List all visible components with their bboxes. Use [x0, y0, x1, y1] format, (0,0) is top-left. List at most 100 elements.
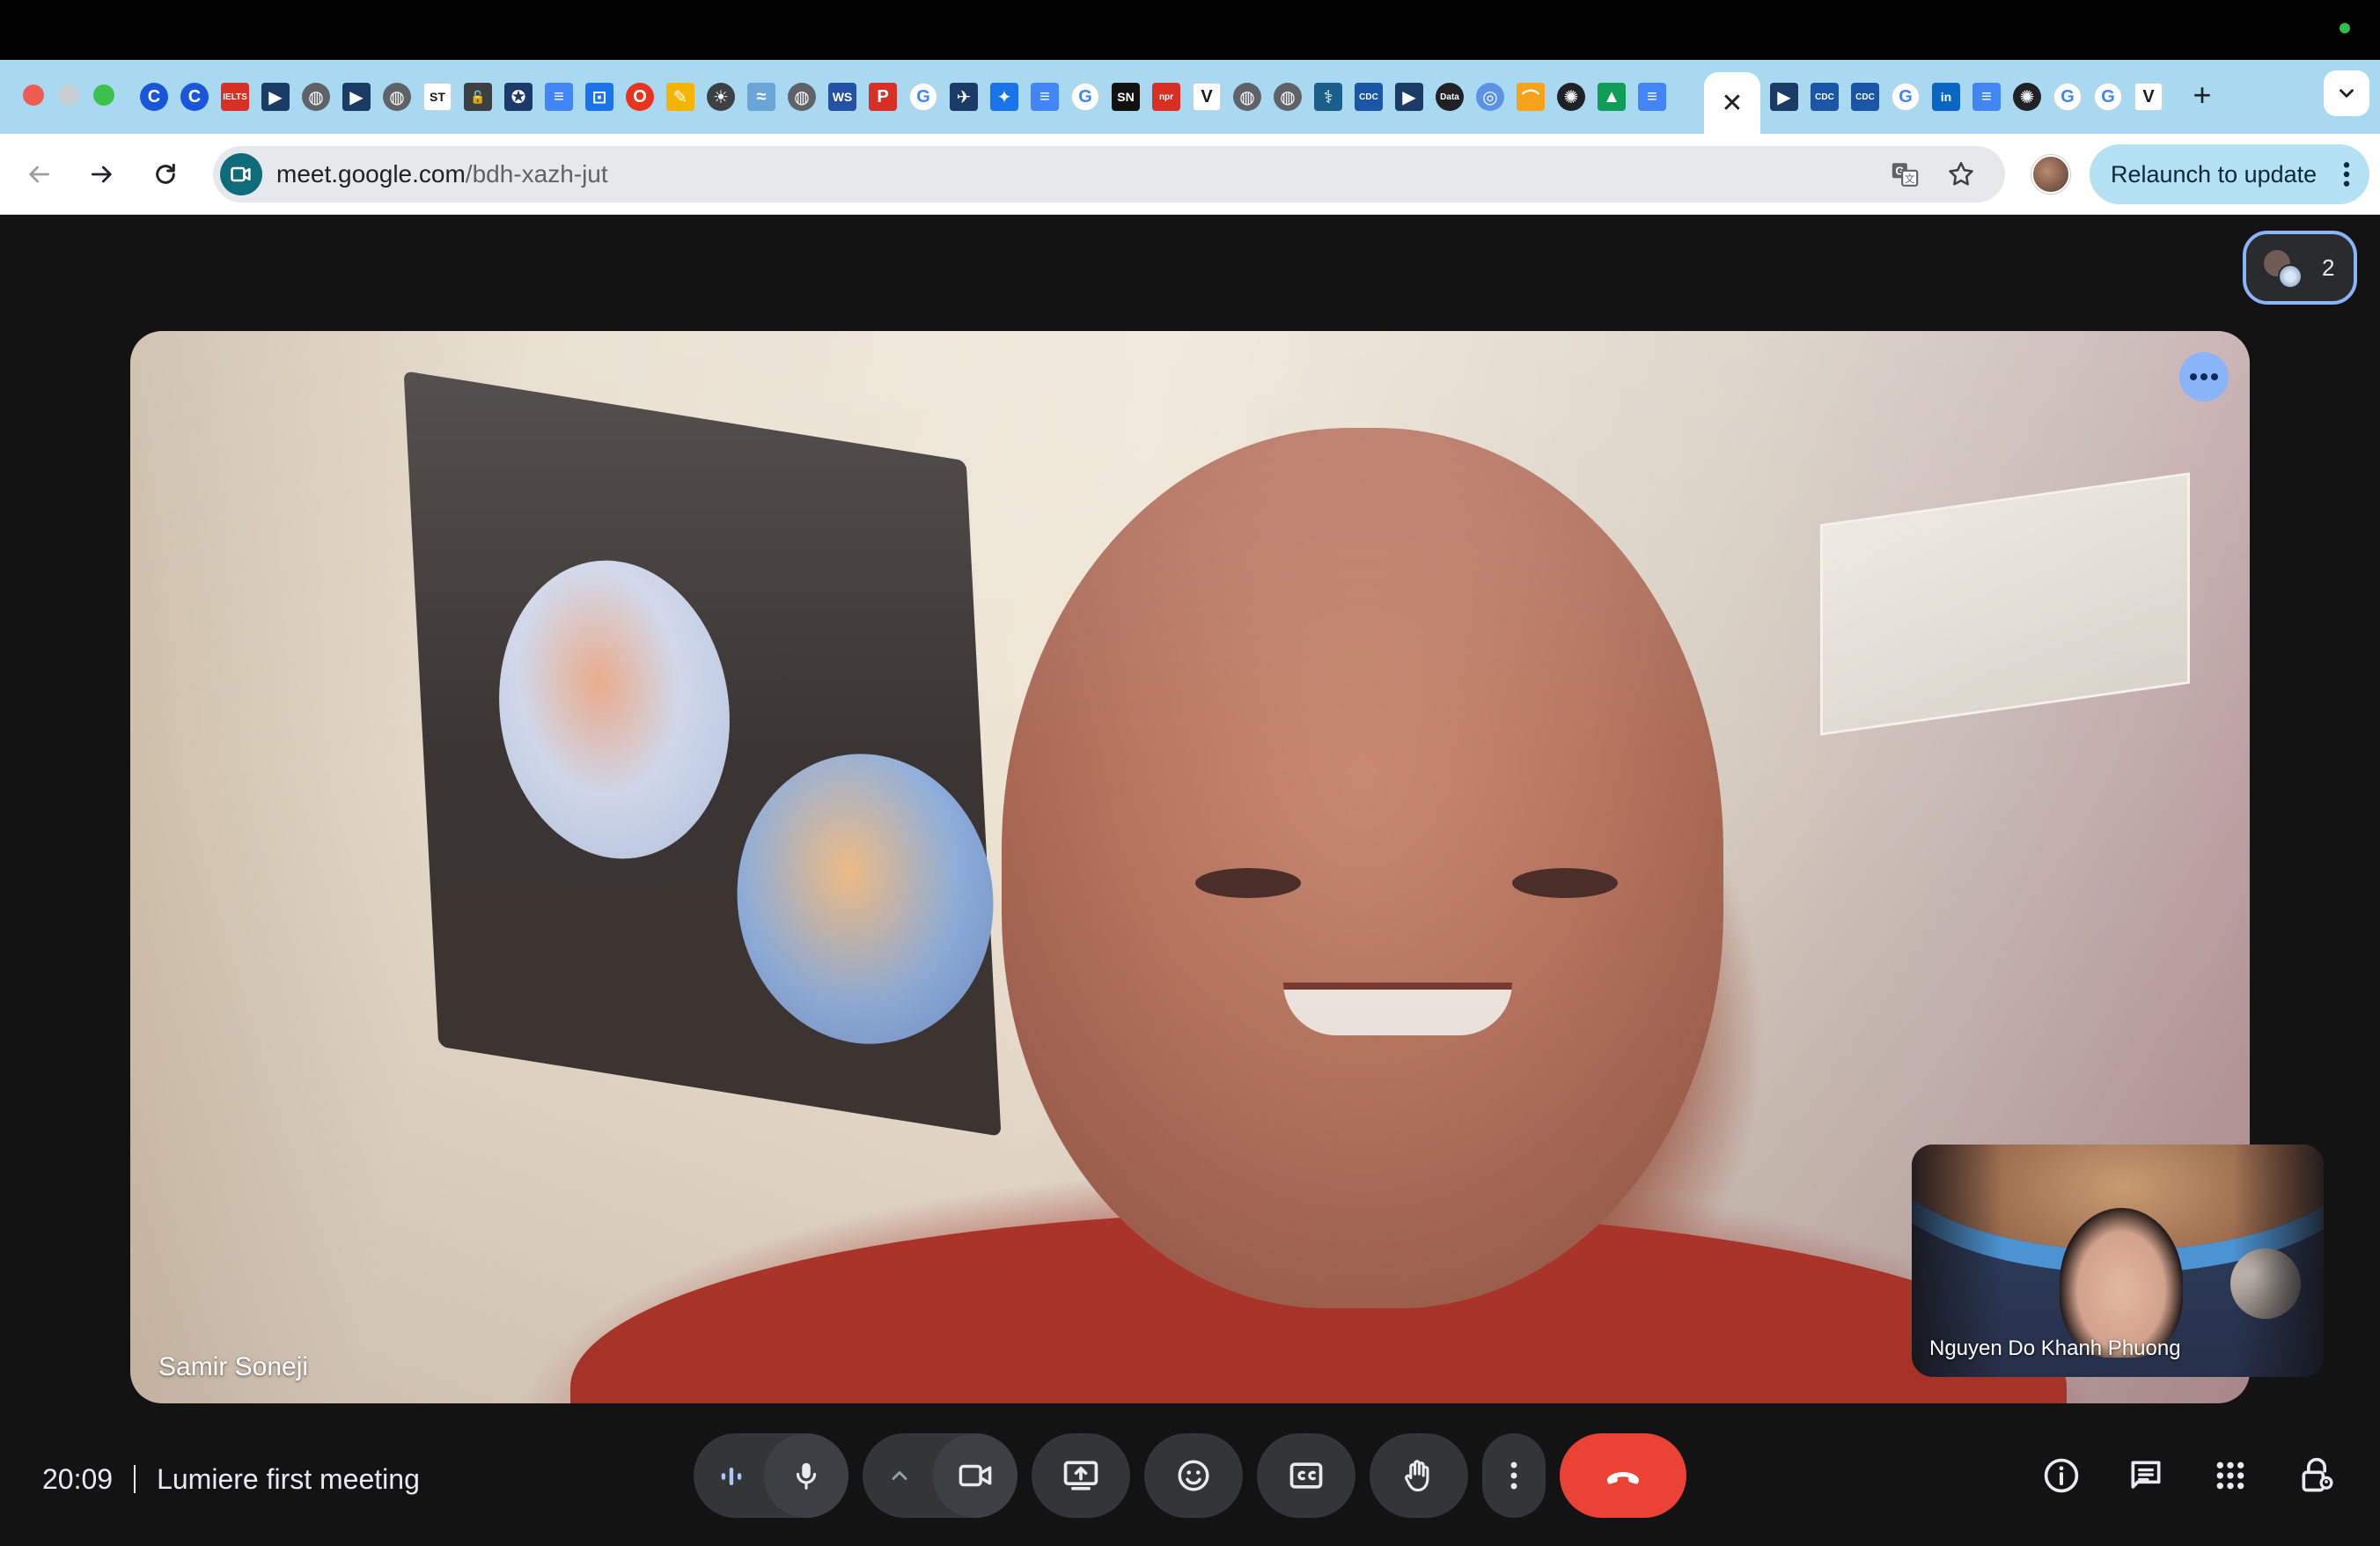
tab[interactable]: ▶	[1764, 77, 1804, 116]
tile-options-button[interactable]	[2179, 352, 2229, 401]
tab[interactable]: ▶	[255, 77, 296, 116]
bookmark-button[interactable]	[1943, 157, 1979, 192]
more-options-button[interactable]	[1482, 1433, 1546, 1518]
tab[interactable]: Data	[1429, 77, 1470, 116]
translate-icon: ⊡	[585, 83, 613, 111]
reload-button[interactable]	[144, 153, 187, 195]
tab[interactable]: 🔓	[458, 77, 498, 116]
window-minimize-button[interactable]	[58, 85, 79, 106]
present-screen-button[interactable]	[1032, 1433, 1130, 1518]
profile-avatar[interactable]	[2031, 155, 2070, 194]
window-maximize-button[interactable]	[93, 85, 114, 106]
captions-button[interactable]	[1257, 1433, 1355, 1518]
url-text[interactable]: meet.google.com/bdh-xazh-jut	[276, 146, 608, 202]
tab[interactable]: ☀	[701, 77, 741, 116]
tab[interactable]: ▶	[336, 77, 377, 116]
tab[interactable]: ✈	[944, 77, 984, 116]
tab[interactable]: ✺	[1551, 77, 1591, 116]
tab[interactable]: ⊡	[579, 77, 620, 116]
tab[interactable]: ST	[417, 77, 458, 116]
translate-page-button[interactable]: G文	[1887, 157, 1922, 192]
meeting-details-button[interactable]	[2033, 1447, 2090, 1504]
tab[interactable]: O	[620, 77, 660, 116]
participants-chip[interactable]: 2	[2243, 231, 2357, 305]
kebab-menu-icon[interactable]	[2341, 160, 2352, 188]
tab[interactable]: G	[1065, 77, 1106, 116]
tab[interactable]: ◍	[1267, 77, 1308, 116]
tab[interactable]: ≡	[1025, 77, 1065, 116]
tab[interactable]: V	[1186, 77, 1227, 116]
tab[interactable]: in	[1926, 77, 1966, 116]
globe-icon: ◍	[383, 83, 411, 111]
tab[interactable]: ◎	[1470, 77, 1510, 116]
tab[interactable]: ◍	[782, 77, 822, 116]
tab[interactable]: CDC	[1845, 77, 1885, 116]
active-tab[interactable]: ✕	[1704, 72, 1760, 134]
chat-button[interactable]	[2118, 1447, 2174, 1504]
tab[interactable]: ◍	[296, 77, 336, 116]
apps-grid-icon	[2216, 1461, 2244, 1490]
activities-button[interactable]	[2202, 1447, 2259, 1504]
tab[interactable]: ✺	[2007, 77, 2047, 116]
docs-icon: ≡	[1638, 83, 1666, 111]
reactions-button[interactable]	[1144, 1433, 1243, 1518]
self-view-person	[2060, 1208, 2183, 1358]
tab[interactable]: C	[134, 77, 174, 116]
tab[interactable]: ✪	[498, 77, 539, 116]
tab[interactable]: P	[863, 77, 903, 116]
tab[interactable]: CDC	[1348, 77, 1389, 116]
chat-icon	[2131, 1461, 2161, 1489]
p-icon: P	[869, 83, 897, 111]
tab[interactable]: ✎	[660, 77, 701, 116]
tab[interactable]: ▲	[1591, 77, 1632, 116]
tab[interactable]: ◍	[377, 77, 417, 116]
window-close-button[interactable]	[23, 85, 44, 106]
tab[interactable]: ≡	[539, 77, 579, 116]
camera-indicator-dot	[2340, 23, 2350, 33]
caduceus-icon: ⚕	[1314, 83, 1342, 111]
site-info-button[interactable]	[220, 153, 262, 195]
tab[interactable]: ▶	[1389, 77, 1429, 116]
back-button[interactable]	[18, 153, 60, 195]
tab[interactable]: ≈	[741, 77, 782, 116]
raise-hand-button[interactable]	[1370, 1433, 1468, 1518]
tab-search-button[interactable]	[2324, 70, 2369, 116]
tab[interactable]: ⌒	[1510, 77, 1551, 116]
tab[interactable]: ≡	[1632, 77, 1672, 116]
tab[interactable]: C	[174, 77, 215, 116]
self-view-tile[interactable]: Nguyen Do Khanh Phuong	[1912, 1145, 2324, 1377]
address-bar[interactable]: meet.google.com/bdh-xazh-jut G文	[213, 146, 2005, 202]
cdc-icon: CDC	[1851, 83, 1879, 111]
tab[interactable]: SN	[1106, 77, 1146, 116]
tab-strip: C C IELTS ▶ ◍ ▶ ◍ ST 🔓 ✪ ≡ ⊡ O ✎ ☀ ≈ ◍ WS P G ✈ ✦ ≡ G SN npr V ◍ ◍ ⚕ C…	[0, 60, 2380, 134]
arrow-doc-icon: ▶	[1395, 83, 1423, 111]
forward-button[interactable]	[81, 153, 123, 195]
close-tab-icon[interactable]: ✕	[1721, 88, 1743, 119]
relaunch-button[interactable]: Relaunch to update	[2090, 144, 2369, 204]
tab[interactable]: npr	[1146, 77, 1186, 116]
tab[interactable]: CDC	[1804, 77, 1845, 116]
tab[interactable]: V	[2128, 77, 2169, 116]
arrow-doc-icon: ▶	[261, 83, 290, 111]
tab[interactable]: G	[903, 77, 944, 116]
tab[interactable]: ⚕	[1308, 77, 1348, 116]
tab[interactable]: ✦	[984, 77, 1025, 116]
camera-button[interactable]	[933, 1433, 1017, 1518]
tab[interactable]: G	[2088, 77, 2128, 116]
mic-button[interactable]	[764, 1433, 848, 1518]
globe-icon: ◍	[302, 83, 330, 111]
chevron-up-icon[interactable]	[887, 1463, 912, 1488]
seal-icon: ✪	[504, 83, 533, 111]
tab[interactable]: ◍	[1227, 77, 1267, 116]
svg-text:文: 文	[1905, 173, 1914, 185]
leave-call-button[interactable]	[1560, 1433, 1686, 1518]
tab[interactable]: G	[1885, 77, 1926, 116]
tab[interactable]: WS	[822, 77, 863, 116]
tab[interactable]: G	[2047, 77, 2088, 116]
tab[interactable]: ≡	[1966, 77, 2007, 116]
tab[interactable]: IELTS	[215, 77, 255, 116]
new-tab-button[interactable]: +	[2181, 74, 2223, 116]
browser-toolbar: meet.google.com/bdh-xazh-jut G文 Relaunch…	[0, 134, 2380, 215]
st-icon: ST	[423, 83, 452, 111]
host-controls-button[interactable]	[2288, 1447, 2345, 1504]
